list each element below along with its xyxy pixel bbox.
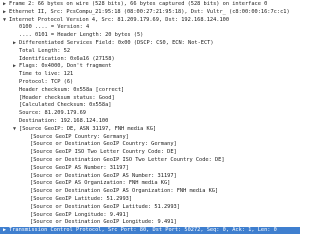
tree-row-label: [Source GeoIP ISO Two Letter Country Cod… (30, 149, 177, 156)
tree-row[interactable]: Time to live: 121 (0, 71, 300, 78)
tree-row[interactable]: .... 0101 = Header Length: 20 bytes (5) (0, 32, 300, 39)
tree-row-label: Source: 81.209.179.69 (19, 110, 86, 117)
tree-row[interactable]: [Source GeoIP AS Organization: FNH media… (0, 180, 300, 187)
tree-row-label: [Source GeoIP AS Number: 31197] (30, 164, 129, 171)
tree-row[interactable]: Source: 81.209.179.69 (0, 110, 300, 117)
tree-row-label: Differentiated Services Field: 0x00 (DSC… (19, 40, 214, 46)
tree-row[interactable]: Total Length: 52 (0, 48, 300, 55)
tree-row-label: [Source GeoIP: DE, ASN 31197, FNH media … (19, 125, 157, 132)
tree-row[interactable]: ▶ Flags: 0x4000, Don't fragment (0, 63, 300, 70)
packet-details-tree: ▶ Frame 2: 66 bytes on wire (528 bits), 6… (0, 0, 300, 242)
tree-row-label: [Source or Destination GeoIP Latitude: 5… (30, 203, 180, 210)
tree-row[interactable]: ▶ Differentiated Services Field: 0x00 (DS… (0, 40, 300, 47)
tree-row-label: [Header checksum status: Good] (19, 94, 115, 101)
tree-row-label: [Source GeoIP Latitude: 51.2993] (30, 196, 133, 202)
tree-row[interactable]: [Calculated Checksum: 0x558a] (0, 102, 300, 109)
collapsed-arrow-icon[interactable]: ▶ (2, 228, 7, 233)
tree-row[interactable]: Protocol: TCP (6) (0, 79, 300, 86)
tree-row-label: Total Length: 52 (19, 47, 71, 54)
tree-row[interactable]: ▼ Internet Protocol Version 4, Src: 81.20… (0, 17, 300, 24)
collapsed-arrow-icon[interactable]: ▶ (12, 64, 17, 69)
tree-row-label: Time to live: 121 (19, 71, 74, 78)
tree-row[interactable]: Header checksum: 0x558a [correct] (0, 87, 300, 94)
tree-row-label: Destination: 192.168.124.100 (19, 118, 109, 124)
tree-row[interactable]: [Source or Destination GeoIP Latitude: 5… (0, 204, 300, 211)
tree-row[interactable]: [Source GeoIP ISO Two Letter Country Cod… (0, 149, 300, 156)
tree-row-label: .... 0101 = Header Length: 20 bytes (5) (19, 32, 144, 39)
tree-row-label: 0100 .... = Version: 4 (19, 24, 90, 31)
tree-row-label: [Source or Destination GeoIP AS Number: … (30, 172, 177, 179)
expanded-arrow-icon[interactable]: ▼ (2, 17, 7, 23)
tree-row-label: Internet Protocol Version 4, Src: 81.209… (9, 16, 230, 23)
tree-row[interactable]: [Source GeoIP Country: Germany] (0, 134, 300, 141)
tree-row-label: [Source or Destination GeoIP Longitude: … (30, 219, 177, 226)
tree-row[interactable]: [Source or Destination GeoIP ISO Two Let… (0, 157, 300, 164)
expanded-arrow-icon[interactable]: ▼ (12, 126, 17, 132)
tree-row[interactable]: ▶ Frame 2: 66 bytes on wire (528 bits), 6… (0, 1, 300, 8)
tree-row[interactable]: 0100 .... = Version: 4 (0, 24, 300, 31)
tree-row-label: [Source or Destination GeoIP Country: Ge… (30, 141, 177, 148)
tree-row[interactable]: Identification: 0x6a16 (27158) (0, 56, 300, 63)
tree-row-label: Header checksum: 0x558a [correct] (19, 86, 125, 93)
tree-row-label: [Calculated Checksum: 0x558a] (19, 102, 112, 109)
tree-row-label: Protocol: TCP (6) (19, 79, 74, 85)
tree-row-label: Ethernet II, Src: PcsCompu_21:95:18 (08:… (9, 8, 290, 15)
tree-row[interactable]: ▶ Ethernet II, Src: PcsCompu_21:95:18 (08… (0, 9, 300, 16)
collapsed-arrow-icon[interactable]: ▶ (2, 2, 7, 7)
tree-row[interactable]: ▼ [Source GeoIP: DE, ASN 31197, FNH media… (0, 126, 300, 133)
tree-row[interactable]: Destination: 192.168.124.100 (0, 118, 300, 125)
tree-row-label: Transmission Control Protocol, Src Port:… (9, 227, 277, 234)
tree-row[interactable]: ▶ Transmission Control Protocol, Src Port… (0, 227, 300, 235)
tree-row[interactable]: [Source or Destination GeoIP Longitude: … (0, 219, 300, 226)
tree-row-label: [Source GeoIP AS Organization: FNH media… (30, 180, 171, 187)
tree-row-label: Identification: 0x6a16 (27158) (19, 55, 115, 62)
tree-row-label: Flags: 0x4000, Don't fragment (19, 63, 112, 70)
tree-row[interactable]: [Source GeoIP Latitude: 51.2993] (0, 196, 300, 203)
tree-row[interactable]: [Source or Destination GeoIP AS Number: … (0, 173, 300, 180)
tree-row[interactable]: [Source or Destination GeoIP Country: Ge… (0, 141, 300, 148)
tree-row[interactable]: [Source GeoIP Longitude: 9.491] (0, 212, 300, 219)
tree-row[interactable]: [Source or Destination GeoIP AS Organiza… (0, 188, 300, 195)
tree-row-label: [Source or Destination GeoIP AS Organiza… (30, 188, 219, 195)
tree-row-label: [Source GeoIP Country: Germany] (30, 133, 129, 140)
collapsed-arrow-icon[interactable]: ▶ (2, 9, 7, 15)
tree-row-label: Frame 2: 66 bytes on wire (528 bits), 66… (9, 1, 268, 7)
tree-row-label: [Source or Destination GeoIP ISO Two Let… (30, 157, 225, 163)
tree-row-label: [Source GeoIP Longitude: 9.491] (30, 211, 129, 218)
tree-row[interactable]: [Source GeoIP AS Number: 31197] (0, 165, 300, 172)
tree-row[interactable]: [Header checksum status: Good] (0, 95, 300, 102)
collapsed-arrow-icon[interactable]: ▶ (12, 41, 17, 46)
